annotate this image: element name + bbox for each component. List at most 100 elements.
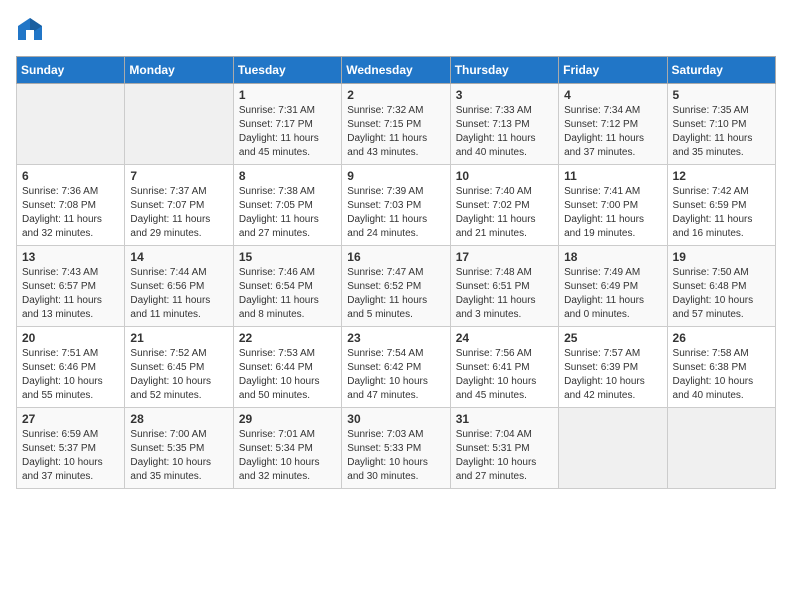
day-cell: 9 Sunrise: 7:39 AM Sunset: 7:03 PM Daylig… — [342, 165, 450, 246]
header-row: SundayMondayTuesdayWednesdayThursdayFrid… — [17, 57, 776, 84]
day-cell: 26 Sunrise: 7:58 AM Sunset: 6:38 PM Dayli… — [667, 327, 775, 408]
col-header-friday: Friday — [559, 57, 667, 84]
day-info: Sunrise: 7:01 AM Sunset: 5:34 PM Dayligh… — [239, 428, 336, 484]
week-row-2: 6Sunrise: 7:36 AM Sunset: 7:08 PM Daylig… — [17, 165, 776, 246]
day-number: 5 — [673, 88, 770, 102]
week-row-5: 27 Sunrise: 6:59 AM Sunset: 5:37 PM Dayli… — [17, 408, 776, 489]
day-info: Sunrise: 7:48 AM Sunset: 6:51 PM Dayligh… — [456, 266, 553, 322]
day-cell: 1 Sunrise: 7:31 AM Sunset: 7:17 PM Daylig… — [233, 84, 341, 165]
day-cell — [559, 408, 667, 489]
day-number: 20 — [22, 331, 119, 345]
day-cell: 28 Sunrise: 7:00 AM Sunset: 5:35 PM Dayli… — [125, 408, 233, 489]
week-row-4: 20Sunrise: 7:51 AM Sunset: 6:46 PM Dayli… — [17, 327, 776, 408]
day-info: Sunrise: 7:37 AM Sunset: 7:07 PM Dayligh… — [130, 185, 227, 241]
week-row-3: 13 Sunrise: 7:43 AM Sunset: 6:57 PM Dayli… — [17, 246, 776, 327]
day-info: Sunrise: 7:42 AM Sunset: 6:59 PM Dayligh… — [673, 185, 770, 241]
day-info: Sunrise: 7:50 AM Sunset: 6:48 PM Dayligh… — [673, 266, 770, 322]
day-number: 26 — [673, 331, 770, 345]
day-number: 23 — [347, 331, 444, 345]
day-number: 11 — [564, 169, 661, 183]
day-cell: 31 Sunrise: 7:04 AM Sunset: 5:31 PM Dayli… — [450, 408, 558, 489]
day-number: 24 — [456, 331, 553, 345]
day-info: Sunrise: 7:00 AM Sunset: 5:35 PM Dayligh… — [130, 428, 227, 484]
day-info: Sunrise: 7:35 AM Sunset: 7:10 PM Dayligh… — [673, 104, 770, 160]
day-info: Sunrise: 7:57 AM Sunset: 6:39 PM Dayligh… — [564, 347, 661, 403]
week-row-1: 1 Sunrise: 7:31 AM Sunset: 7:17 PM Daylig… — [17, 84, 776, 165]
day-number: 2 — [347, 88, 444, 102]
day-cell: 22 Sunrise: 7:53 AM Sunset: 6:44 PM Dayli… — [233, 327, 341, 408]
day-cell: 12 Sunrise: 7:42 AM Sunset: 6:59 PM Dayli… — [667, 165, 775, 246]
day-number: 27 — [22, 412, 119, 426]
day-cell: 6Sunrise: 7:36 AM Sunset: 7:08 PM Daylig… — [17, 165, 125, 246]
day-number: 22 — [239, 331, 336, 345]
day-number: 3 — [456, 88, 553, 102]
day-cell: 27 Sunrise: 6:59 AM Sunset: 5:37 PM Dayli… — [17, 408, 125, 489]
day-number: 12 — [673, 169, 770, 183]
day-number: 1 — [239, 88, 336, 102]
day-cell: 11 Sunrise: 7:41 AM Sunset: 7:00 PM Dayli… — [559, 165, 667, 246]
day-info: Sunrise: 7:39 AM Sunset: 7:03 PM Dayligh… — [347, 185, 444, 241]
day-info: Sunrise: 7:56 AM Sunset: 6:41 PM Dayligh… — [456, 347, 553, 403]
day-info: Sunrise: 6:59 AM Sunset: 5:37 PM Dayligh… — [22, 428, 119, 484]
day-info: Sunrise: 7:34 AM Sunset: 7:12 PM Dayligh… — [564, 104, 661, 160]
day-number: 25 — [564, 331, 661, 345]
day-info: Sunrise: 7:52 AM Sunset: 6:45 PM Dayligh… — [130, 347, 227, 403]
day-info: Sunrise: 7:04 AM Sunset: 5:31 PM Dayligh… — [456, 428, 553, 484]
col-header-thursday: Thursday — [450, 57, 558, 84]
day-cell: 13 Sunrise: 7:43 AM Sunset: 6:57 PM Dayli… — [17, 246, 125, 327]
day-number: 9 — [347, 169, 444, 183]
col-header-wednesday: Wednesday — [342, 57, 450, 84]
day-number: 17 — [456, 250, 553, 264]
logo — [16, 16, 48, 44]
day-number: 16 — [347, 250, 444, 264]
day-number: 4 — [564, 88, 661, 102]
day-number: 28 — [130, 412, 227, 426]
day-number: 19 — [673, 250, 770, 264]
day-number: 15 — [239, 250, 336, 264]
day-info: Sunrise: 7:58 AM Sunset: 6:38 PM Dayligh… — [673, 347, 770, 403]
day-info: Sunrise: 7:31 AM Sunset: 7:17 PM Dayligh… — [239, 104, 336, 160]
day-info: Sunrise: 7:54 AM Sunset: 6:42 PM Dayligh… — [347, 347, 444, 403]
day-info: Sunrise: 7:47 AM Sunset: 6:52 PM Dayligh… — [347, 266, 444, 322]
day-number: 13 — [22, 250, 119, 264]
day-info: Sunrise: 7:33 AM Sunset: 7:13 PM Dayligh… — [456, 104, 553, 160]
day-info: Sunrise: 7:53 AM Sunset: 6:44 PM Dayligh… — [239, 347, 336, 403]
day-info: Sunrise: 7:49 AM Sunset: 6:49 PM Dayligh… — [564, 266, 661, 322]
day-info: Sunrise: 7:43 AM Sunset: 6:57 PM Dayligh… — [22, 266, 119, 322]
day-cell: 24 Sunrise: 7:56 AM Sunset: 6:41 PM Dayli… — [450, 327, 558, 408]
day-info: Sunrise: 7:41 AM Sunset: 7:00 PM Dayligh… — [564, 185, 661, 241]
day-number: 7 — [130, 169, 227, 183]
logo-icon — [16, 16, 44, 44]
day-cell: 14Sunrise: 7:44 AM Sunset: 6:56 PM Dayli… — [125, 246, 233, 327]
page-header — [16, 16, 776, 44]
day-cell: 10 Sunrise: 7:40 AM Sunset: 7:02 PM Dayli… — [450, 165, 558, 246]
day-number: 21 — [130, 331, 227, 345]
day-cell: 25 Sunrise: 7:57 AM Sunset: 6:39 PM Dayli… — [559, 327, 667, 408]
col-header-saturday: Saturday — [667, 57, 775, 84]
col-header-tuesday: Tuesday — [233, 57, 341, 84]
day-cell: 21 Sunrise: 7:52 AM Sunset: 6:45 PM Dayli… — [125, 327, 233, 408]
day-info: Sunrise: 7:46 AM Sunset: 6:54 PM Dayligh… — [239, 266, 336, 322]
day-info: Sunrise: 7:38 AM Sunset: 7:05 PM Dayligh… — [239, 185, 336, 241]
day-cell: 30Sunrise: 7:03 AM Sunset: 5:33 PM Dayli… — [342, 408, 450, 489]
day-cell: 7 Sunrise: 7:37 AM Sunset: 7:07 PM Daylig… — [125, 165, 233, 246]
day-cell: 4 Sunrise: 7:34 AM Sunset: 7:12 PM Daylig… — [559, 84, 667, 165]
day-cell — [667, 408, 775, 489]
day-cell — [125, 84, 233, 165]
day-number: 31 — [456, 412, 553, 426]
day-number: 29 — [239, 412, 336, 426]
day-info: Sunrise: 7:03 AM Sunset: 5:33 PM Dayligh… — [347, 428, 444, 484]
day-cell: 15 Sunrise: 7:46 AM Sunset: 6:54 PM Dayli… — [233, 246, 341, 327]
day-number: 8 — [239, 169, 336, 183]
day-info: Sunrise: 7:40 AM Sunset: 7:02 PM Dayligh… — [456, 185, 553, 241]
day-number: 18 — [564, 250, 661, 264]
calendar-table: SundayMondayTuesdayWednesdayThursdayFrid… — [16, 56, 776, 489]
day-info: Sunrise: 7:36 AM Sunset: 7:08 PM Dayligh… — [22, 185, 119, 241]
day-cell: 3 Sunrise: 7:33 AM Sunset: 7:13 PM Daylig… — [450, 84, 558, 165]
day-cell — [17, 84, 125, 165]
day-cell: 17 Sunrise: 7:48 AM Sunset: 6:51 PM Dayli… — [450, 246, 558, 327]
day-cell: 20Sunrise: 7:51 AM Sunset: 6:46 PM Dayli… — [17, 327, 125, 408]
day-cell: 29 Sunrise: 7:01 AM Sunset: 5:34 PM Dayli… — [233, 408, 341, 489]
day-cell: 5 Sunrise: 7:35 AM Sunset: 7:10 PM Daylig… — [667, 84, 775, 165]
day-number: 10 — [456, 169, 553, 183]
